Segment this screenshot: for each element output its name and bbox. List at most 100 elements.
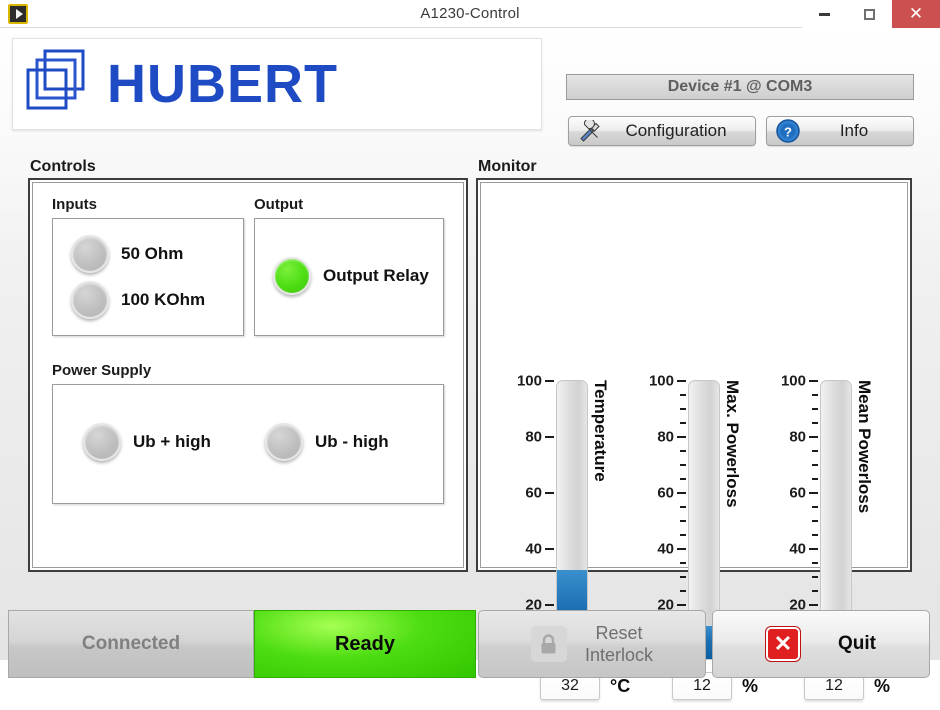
wrench-screwdriver-icon: [575, 120, 605, 142]
led-50-ohm-indicator[interactable]: [71, 235, 109, 273]
output-frame: Output Relay: [254, 218, 444, 336]
configuration-button-label: Configuration: [625, 121, 727, 140]
gauge-minor-tick: [680, 534, 686, 536]
gauge-tick-label: 60: [789, 484, 806, 502]
brand-name: HUBERT: [107, 54, 338, 114]
gauge-tick-label: 80: [657, 428, 674, 446]
gauge-major-tick: [677, 492, 686, 494]
ready-status-label: Ready: [334, 632, 396, 655]
led-item[interactable]: 100 KOhm: [71, 281, 205, 319]
gauge-minor-tick: [812, 478, 818, 480]
gauge-tick-label: 40: [525, 540, 542, 558]
led-ub-minus-high-indicator[interactable]: [265, 423, 303, 461]
power-supply-label: Power Supply: [52, 362, 152, 379]
gauge-minor-tick: [812, 422, 818, 424]
gauge-minor-tick: [812, 450, 818, 452]
led-label: 100 KOhm: [121, 290, 206, 309]
minimize-button[interactable]: [802, 0, 847, 28]
gauge-minor-tick: [812, 464, 818, 466]
inputs-label: Inputs: [52, 196, 97, 213]
device-indicator: Device #1 @ COM3: [566, 74, 914, 100]
gauge-tick-label: 100: [516, 372, 542, 390]
info-button-label: Info: [839, 121, 869, 140]
reset-interlock-label-line2: Interlock: [584, 645, 654, 665]
svg-text:?: ?: [784, 125, 792, 140]
window-title: A1230-Control: [420, 5, 520, 22]
connection-status-indicator: Connected: [8, 610, 254, 678]
app-body: HUBERT Device #1 @ COM3 Configuration ?: [0, 28, 940, 700]
led-100-kohm-indicator[interactable]: [71, 281, 109, 319]
gauge-major-tick: [545, 548, 554, 550]
reset-interlock-label-line1: Reset: [595, 622, 643, 643]
gauge-minor-tick: [680, 450, 686, 452]
gauge-major-tick: [545, 492, 554, 494]
gauge-minor-tick: [812, 562, 818, 564]
gauge-minor-tick: [680, 520, 686, 522]
gauge-minor-tick: [680, 422, 686, 424]
gauge-minor-tick: [680, 478, 686, 480]
status-bar: Connected Ready Reset Interlock ✕ Quit: [0, 604, 940, 688]
quit-button[interactable]: ✕ Quit: [712, 610, 930, 678]
reset-interlock-button[interactable]: Reset Interlock: [478, 610, 706, 678]
gauge-tick-label: 60: [525, 484, 542, 502]
gauge-minor-tick: [812, 506, 818, 508]
maximize-button[interactable]: [847, 0, 892, 28]
close-button[interactable]: ✕: [892, 0, 940, 28]
gauge-tick-label: 80: [789, 428, 806, 446]
gauge-minor-tick: [680, 506, 686, 508]
gauge-major-tick: [545, 436, 554, 438]
gauge-major-tick: [677, 436, 686, 438]
monitor-section-title: Monitor: [478, 158, 537, 175]
gauge-tick-label: 40: [657, 540, 674, 558]
gauge-minor-tick: [812, 534, 818, 536]
app-icon: [8, 3, 28, 24]
led-item[interactable]: Output Relay: [273, 257, 429, 295]
gauge-minor-tick: [812, 590, 818, 592]
overlapping-squares-logo-icon: [23, 46, 95, 123]
gauge-minor-tick: [680, 394, 686, 396]
gauge-minor-tick: [812, 576, 818, 578]
quit-button-label: Quit: [838, 633, 876, 654]
window-controls: ✕: [802, 0, 940, 28]
inputs-frame: 50 Ohm 100 KOhm: [52, 218, 244, 336]
brand-logo-panel: HUBERT: [12, 38, 542, 130]
power-supply-frame: Ub + high Ub - high: [52, 384, 444, 504]
gauge-tick-label: 60: [657, 484, 674, 502]
question-circle-icon: ?: [773, 118, 803, 144]
led-item[interactable]: Ub - high: [265, 423, 389, 461]
gauge-major-tick: [809, 436, 818, 438]
gauge-minor-tick: [680, 562, 686, 564]
gauge-major-tick: [677, 380, 686, 382]
controls-section-title: Controls: [30, 158, 96, 175]
gauge-major-tick: [809, 380, 818, 382]
gauge-minor-tick: [680, 464, 686, 466]
info-button[interactable]: ? Info: [766, 116, 914, 146]
gauge-minor-tick: [812, 520, 818, 522]
configuration-button[interactable]: Configuration: [568, 116, 756, 146]
gauge-minor-tick: [812, 408, 818, 410]
led-item[interactable]: Ub + high: [83, 423, 211, 461]
gauge-major-tick: [809, 492, 818, 494]
window-title-bar: A1230-Control ✕: [0, 0, 940, 28]
led-item[interactable]: 50 Ohm: [71, 235, 183, 273]
led-label: Ub + high: [133, 432, 211, 451]
gauge-minor-tick: [680, 590, 686, 592]
connection-status-label: Connected: [81, 633, 181, 654]
lock-icon: [530, 626, 567, 662]
controls-panel: Inputs 50 Ohm 100 KOhm Output Output Rel…: [28, 178, 468, 572]
red-x-icon: ✕: [766, 627, 800, 661]
gauge-tick-label: 100: [648, 372, 674, 390]
led-label: 50 Ohm: [121, 244, 184, 263]
device-label: Device #1 @ COM3: [667, 78, 813, 95]
header: HUBERT Device #1 @ COM3 Configuration ?: [0, 28, 940, 146]
led-label: Ub - high: [315, 432, 389, 451]
gauge-minor-tick: [812, 394, 818, 396]
led-output-relay-indicator[interactable]: [273, 257, 311, 295]
led-ub-plus-high-indicator[interactable]: [83, 423, 121, 461]
gauge-major-tick: [809, 548, 818, 550]
led-label: Output Relay: [323, 266, 429, 285]
gauge-tick-label: 40: [789, 540, 806, 558]
close-icon: ✕: [908, 4, 924, 23]
gauge-minor-tick: [680, 576, 686, 578]
output-label: Output: [254, 196, 304, 213]
